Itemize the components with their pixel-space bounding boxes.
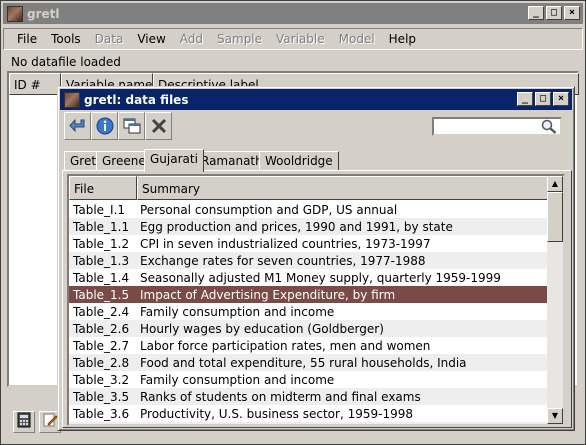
summary-cell: Seasonally adjusted M1 Money supply, qua… [140,270,501,285]
table-row[interactable]: Table_1.1 Egg production and prices, 1990… [69,218,549,235]
menu-help[interactable]: Help [382,32,423,46]
table-row[interactable]: Table_3.2 Family consumption and income [69,371,549,388]
gretl-app-icon [64,91,80,108]
rows-container: Table_I.1 Personal consumption and GDP, U… [69,201,549,425]
menu-bar: File Tools Data View Add Sample Variable Model H… [3,28,583,50]
table-row[interactable]: Table_3.6 Productivity, U.S. business sec… [69,405,549,422]
close-button[interactable]: × [553,92,569,106]
file-cell: Table_3.2 [73,372,130,387]
summary-cell: Egg production and prices, 1990 and 1991… [140,219,453,234]
search-icon[interactable] [541,119,557,137]
summary-cell: Exchange rates for seven countries, 1977… [140,253,426,268]
summary-cell: Food and total expenditure, 55 rural hou… [140,355,467,370]
tab-wooldridge[interactable]: Wooldridge [259,151,339,171]
table-row[interactable]: Table_1.3 Exchange rates for seven countr… [69,252,549,269]
file-cell: Table_2.6 [73,321,130,336]
scroll-thumb[interactable] [547,192,563,242]
dialog-title-bar[interactable]: gretl: data files _ □ × [60,89,572,110]
scroll-down-icon[interactable]: ▼ [547,408,563,424]
maximize-button[interactable]: □ [535,92,551,106]
back-icon[interactable] [64,112,91,140]
table-row[interactable]: Table_2.7 Labor force participation rates… [69,337,549,354]
file-cell: Table_3.6 [73,406,130,421]
file-cell: Table_1.5 [73,287,130,302]
dialog-title: gretl: data files [84,92,189,107]
main-title-bar[interactable]: gretl _ □ × [3,3,583,24]
search-input[interactable] [434,119,538,134]
column-file[interactable]: File [69,176,137,200]
calculator-icon[interactable] [13,411,35,433]
file-cell: Table_1.2 [73,236,130,251]
gretl-app-icon [7,5,23,22]
menu-sample[interactable]: Sample [210,32,269,46]
summary-cell: Productivity, U.S. business sector, 1959… [140,406,413,421]
file-cell: Table_1.1 [73,219,130,234]
windows-icon[interactable] [118,112,145,140]
table-row[interactable]: Table_I.1 Personal consumption and GDP, U… [69,201,549,218]
table-row[interactable]: Table_3.7Gold price, CPI and NYSE index,… [69,422,549,425]
summary-cell: Family consumption and income [140,304,335,319]
table-row[interactable]: Table_2.6 Hourly wages by education (Gold… [69,320,549,337]
scroll-up-icon[interactable]: ▲ [547,176,563,192]
file-cell: Table_1.3 [73,253,130,268]
summary-cell: Ranks of students on midterm and final e… [140,389,421,404]
tab-gujarati[interactable]: Gujarati [144,149,204,172]
close-button[interactable]: × [564,6,580,20]
menu-variable[interactable]: Variable [269,32,332,46]
maximize-button[interactable]: □ [546,6,562,20]
search-field[interactable] [432,117,562,136]
column-summary[interactable]: Summary [137,176,549,200]
file-cell: Table_2.4 [73,304,130,319]
file-cell: Table_I.1 [73,202,126,217]
summary-cell: Gold price, CPI and NYSE index, U.S. 197… [137,424,549,425]
file-cell: Table_1.4 [73,270,130,285]
table-row[interactable]: Table_3.5 Ranks of students on midterm an… [69,388,549,405]
menu-file[interactable]: File [10,32,44,46]
data-files-dialog: gretl: data files _ □ × Gretl Greene Gujar… [57,86,575,431]
file-cell: Table_2.8 [73,355,130,370]
dialog-toolbar [64,112,172,142]
summary-cell: CPI in seven industrialized countries, 1… [140,236,431,251]
column-id[interactable]: ID # [9,73,61,95]
tab-panel: File Summary Table_I.1 Personal consumpti… [62,170,572,428]
menu-tools[interactable]: Tools [44,32,88,46]
close-x-icon[interactable] [145,112,172,140]
table-row[interactable]: Table_1.2 CPI in seven industrialized cou… [69,235,549,252]
minimize-button[interactable]: _ [528,6,544,20]
menu-add[interactable]: Add [173,32,210,46]
table-row[interactable]: Table_1.4 Seasonally adjusted M1 Money su… [69,269,549,286]
menu-view[interactable]: View [130,32,172,46]
status-text: No datafile loaded [11,55,121,69]
summary-cell: Hourly wages by education (Goldberger) [140,321,384,336]
table-row[interactable]: Table_2.4 Family consumption and income [69,303,549,320]
data-files-list[interactable]: File Summary Table_I.1 Personal consumpti… [67,174,565,426]
summary-cell: Personal consumption and GDP, US annual [140,202,398,217]
summary-cell: Impact of Advertising Expenditure, by fi… [140,287,396,302]
vertical-scrollbar[interactable]: ▲ ▼ [547,176,563,424]
summary-cell: Labor force participation rates, men and… [140,338,431,353]
menu-data[interactable]: Data [88,32,131,46]
file-cell: Table_3.5 [73,389,130,404]
file-cell: Table_2.7 [73,338,130,353]
table-row[interactable]: Table_2.8 Food and total expenditure, 55 … [69,354,549,371]
file-cell: Table_3.7 [69,424,137,425]
table-row[interactable]: Table_1.5 Impact of Advertising Expenditu… [69,286,549,303]
minimize-button[interactable]: _ [517,92,533,106]
menu-model[interactable]: Model [332,32,382,46]
summary-cell: Family consumption and income [140,372,335,387]
main-window-title: gretl [27,6,60,21]
info-icon[interactable] [91,112,118,140]
